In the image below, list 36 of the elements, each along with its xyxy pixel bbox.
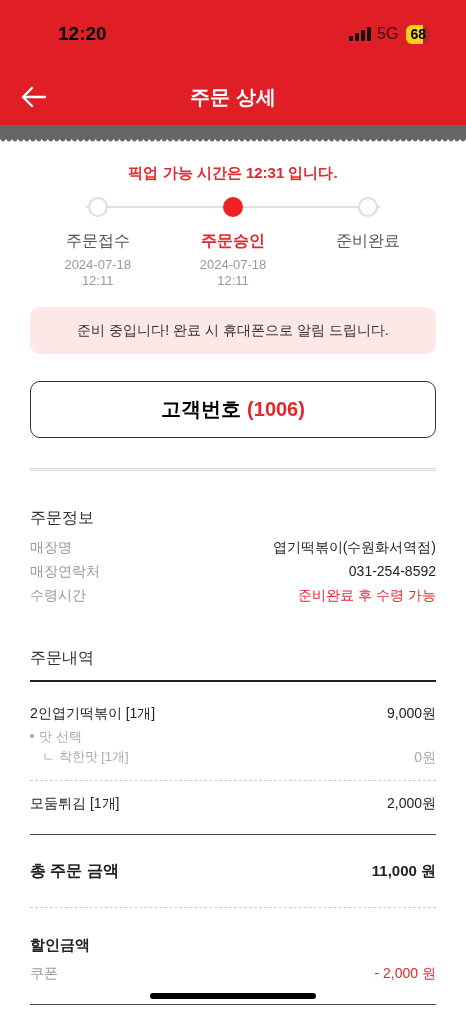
step-date: 2024-07-18 xyxy=(199,256,267,273)
step-label: 주문접수 xyxy=(65,230,130,251)
bullet-icon xyxy=(30,734,34,739)
section-title: 주문내역 xyxy=(30,647,95,668)
discount-label: 쿠폰 xyxy=(30,963,58,983)
total-amount: 11,000 원 xyxy=(371,860,436,881)
step-time: 12:11 xyxy=(81,272,114,289)
step-time: 12:11 xyxy=(217,272,249,289)
status-time: 12:20 xyxy=(58,21,107,46)
section-title: 주문정보 xyxy=(30,507,95,528)
info-value: 엽기떡볶이(수원화서역점) xyxy=(272,538,436,557)
discount-title: 할인금액 xyxy=(30,935,91,955)
option-price: 0원 xyxy=(414,748,436,767)
step-date: 2024-07-18 xyxy=(64,256,131,273)
info-label: 매장연락처 xyxy=(30,562,100,581)
item-name: 2인엽기떡볶이 [1개] xyxy=(30,703,156,723)
info-value: 준비완료 후 수령 가능 xyxy=(298,586,436,605)
back-arrow-icon xyxy=(21,86,47,108)
signal-icon xyxy=(349,27,372,41)
pickup-notice: 픽업 가능 시간은 12:31 입니다. xyxy=(127,163,339,183)
info-value: 031-254-8592 xyxy=(348,562,436,581)
option-group: 맛 선택 xyxy=(39,726,82,746)
network-label: 5G xyxy=(377,24,399,44)
step-label: 준비완료 xyxy=(336,230,401,251)
total-label: 총 주문 금액 xyxy=(30,861,119,881)
info-label: 매장명 xyxy=(30,538,72,557)
item-price: 9,000원 xyxy=(386,703,436,723)
page-title: 주문 상세 xyxy=(190,84,276,110)
info-label: 수령시간 xyxy=(30,586,86,605)
step-label: 주문승인 xyxy=(201,230,265,251)
customer-number: (1006) xyxy=(247,397,305,422)
customer-number-label: 고객번호 xyxy=(161,397,242,422)
item-price: 2,000원 xyxy=(386,794,436,813)
status-alert: 준비 중입니다! 완료 시 휴대폰으로 알림 드립니다. xyxy=(30,306,436,354)
item-name: 모둠튀김 [1개] xyxy=(30,794,120,813)
discount-amount: - 2,000 원 xyxy=(374,963,436,983)
